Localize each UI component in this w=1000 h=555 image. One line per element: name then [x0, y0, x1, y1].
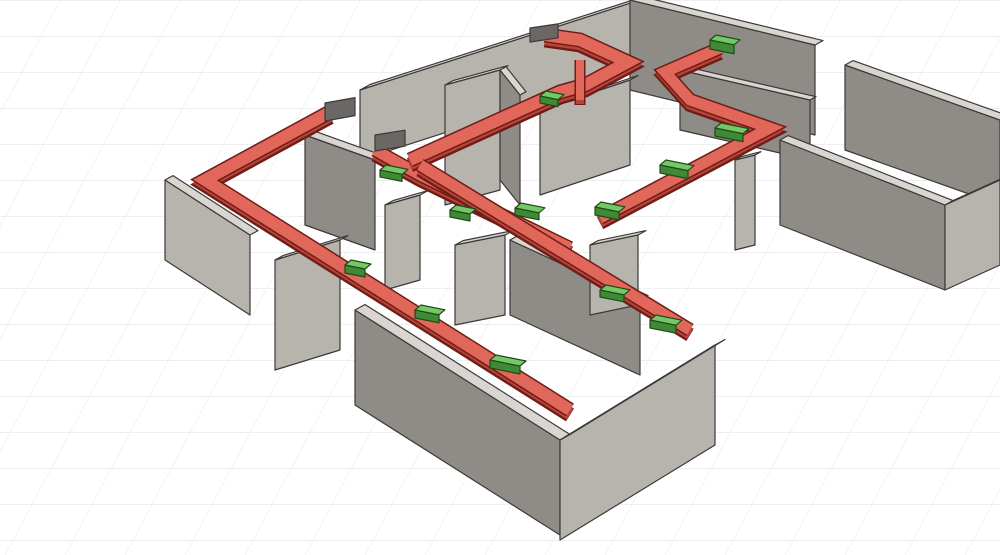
hvac-floorplan-3d-model[interactable] [0, 0, 1000, 555]
wall-center-a [454, 230, 514, 326]
3d-viewport[interactable] [0, 0, 1000, 555]
